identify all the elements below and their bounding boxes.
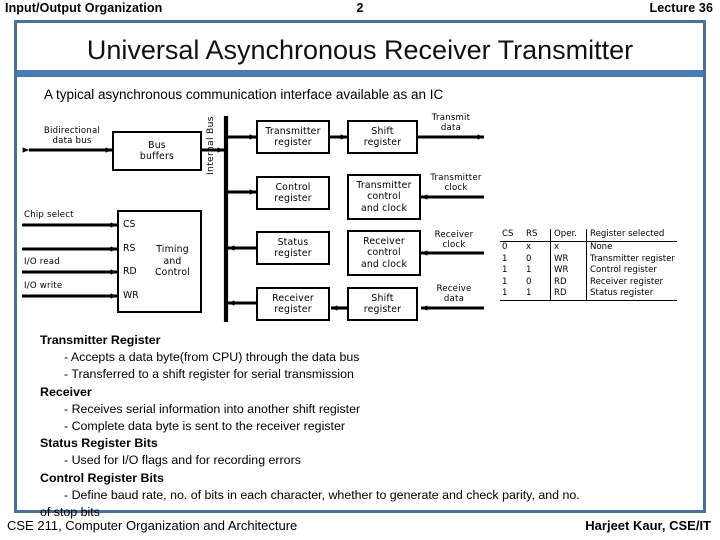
label-transmit-data: Transmit data	[431, 113, 471, 133]
cell-register: Status register	[585, 288, 677, 301]
cell-cs: 1	[502, 265, 508, 276]
cell-oper: RD	[550, 276, 587, 289]
cell-oper: WR	[550, 265, 587, 277]
slide-header: Input/Output Organization 2 Lecture 36	[0, 0, 720, 20]
pin-rd: RD	[123, 266, 137, 277]
cell-cs: 1	[502, 288, 508, 299]
cell-oper: x	[550, 241, 587, 254]
table-row: 1 1 RD Status register	[500, 288, 677, 301]
bullet-heading: Status Register Bits	[40, 436, 158, 451]
register-selection-table: CS RS Oper. Register selected 0 x x None…	[500, 229, 677, 301]
table-row: 1 0 RD Receiver register	[500, 276, 677, 289]
cell-rs: 1	[526, 265, 532, 276]
pin-rs: RS	[123, 243, 136, 254]
block-control-register: Control register	[256, 176, 330, 210]
cell-cs: 0	[502, 242, 508, 253]
block-transmitter-control-and-clock: Transmitter control and clock	[347, 174, 421, 220]
col-cs: CS	[500, 229, 524, 243]
bullet-heading: Transmitter Register	[40, 333, 161, 347]
label-transmitter-clock: Transmitter clock	[430, 173, 482, 193]
col-rs: RS	[524, 229, 551, 243]
pin-cs: CS	[123, 219, 136, 230]
title-divider-bar	[17, 70, 703, 77]
bullet-line: - Complete data byte is sent to the rece…	[64, 419, 345, 434]
block-status-register-label: Status register	[274, 236, 312, 260]
label-chip-select: Chip select	[24, 210, 74, 220]
cell-rs: x	[526, 242, 532, 253]
cell-rs: 0	[526, 253, 532, 264]
block-bus-buffers: Bus buffers	[112, 131, 202, 171]
block-shift-register-rx: Shift register	[347, 287, 418, 321]
block-transmitter-control-and-clock-label: Transmitter control and clock	[356, 179, 412, 214]
cell-cs: 1	[502, 253, 508, 264]
cell-oper: RD	[550, 288, 587, 301]
col-oper: Oper.	[550, 229, 587, 243]
pin-wr: WR	[123, 290, 139, 301]
label-internal-bus: Internal Bus	[205, 116, 216, 175]
table-row: 1 1 WR Control register	[500, 265, 677, 277]
label-receive-data: Receive data	[436, 284, 472, 304]
header-lecture: Lecture 36	[649, 1, 713, 15]
bullet-heading: Control Register Bits	[40, 470, 164, 485]
cell-register: Control register	[585, 265, 677, 277]
bullet-line: - Receives serial information into anoth…	[64, 401, 361, 416]
bullet-line: - Used for I/O flags and for recording e…	[64, 453, 301, 468]
block-shift-register-tx: Shift register	[347, 120, 418, 154]
cell-register: Transmitter register	[585, 253, 677, 266]
block-receiver-control-and-clock-label: Receiver control and clock	[360, 235, 408, 270]
block-transmitter-register: Transmitter register	[256, 120, 330, 154]
cell-register: Receiver register	[585, 276, 677, 289]
label-io-read: I/O read	[24, 257, 60, 267]
label-receiver-clock: Receiver clock	[434, 230, 474, 250]
bullet-line: - Define baud rate, no. of bits in each …	[64, 487, 580, 502]
block-status-register: Status register	[256, 231, 330, 265]
label-io-write: I/O write	[24, 281, 63, 291]
block-shift-register-tx-label: Shift register	[363, 125, 402, 149]
slide-title: Universal Asynchronous Receiver Transmit…	[86, 35, 634, 65]
bullet-line: - Transferred to a shift register for se…	[64, 367, 354, 382]
block-transmitter-register-label: Transmitter register	[265, 125, 321, 149]
table-header-row: CS RS Oper. Register selected	[500, 229, 677, 243]
bullet-heading: Receiver	[40, 384, 92, 399]
label-bidirectional-data-bus: Bidirectional data bus	[43, 126, 101, 146]
block-bus-buffers-label: Bus buffers	[139, 139, 175, 163]
table-row: 0 x x None	[500, 241, 677, 254]
bullet-line: - Accepts a data byte(from CPU) through …	[64, 350, 360, 365]
cell-cs: 1	[502, 276, 508, 287]
cell-rs: 0	[526, 276, 532, 287]
slide-subtitle: A typical asynchronous communication int…	[44, 87, 444, 102]
header-page-number: 2	[356, 1, 364, 15]
block-receiver-control-and-clock: Receiver control and clock	[347, 230, 421, 276]
block-receiver-register: Receiver register	[256, 287, 330, 321]
cell-register: None	[585, 241, 677, 254]
block-receiver-register-label: Receiver register	[272, 292, 314, 316]
block-timing-and-control-label: Timing and Control	[154, 244, 190, 279]
slide-body-bullets: Transmitter Register - Accepts a data byt…	[40, 332, 700, 521]
footer-author: Harjeet Kaur, CSE/IT	[585, 518, 711, 533]
footer-course: CSE 211, Computer Organization and Archi…	[7, 518, 298, 533]
cell-oper: WR	[550, 253, 587, 266]
block-shift-register-rx-label: Shift register	[363, 292, 402, 316]
col-register-selected: Register selected	[585, 229, 677, 243]
table-row: 1 0 WR Transmitter register	[500, 253, 677, 266]
block-control-register-label: Control register	[274, 181, 312, 205]
cell-rs: 1	[526, 288, 532, 299]
